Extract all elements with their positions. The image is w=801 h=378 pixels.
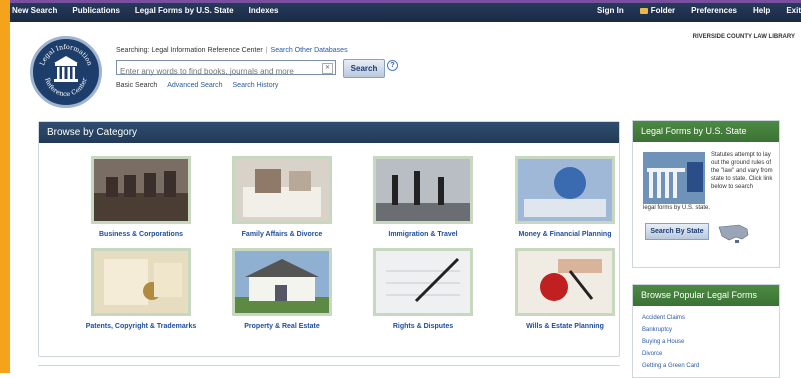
help-icon[interactable]: ? [387,60,398,71]
search-button[interactable]: Search [343,59,385,78]
popular-link-divorce[interactable]: Divorce [642,348,770,360]
nav-new-search[interactable]: New Search [12,6,57,15]
nav-publications[interactable]: Publications [72,6,120,15]
popular-link-green-card[interactable]: Getting a Green Card [642,360,770,372]
patents-image [91,248,191,316]
category-rights[interactable]: Rights & Disputes [363,248,483,330]
top-navigation-bar: New Search Publications Legal Forms by U… [0,0,801,22]
category-property[interactable]: Property & Real Estate [222,248,342,330]
category-label: Immigration & Travel [388,231,458,238]
wills-image [515,248,615,316]
popular-link-buying-house[interactable]: Buying a House [642,336,770,348]
nav-sign-in[interactable]: Sign In [597,6,624,15]
legal-forms-description-end: legal forms by U.S. state. [643,205,711,211]
search-other-databases-link[interactable]: Search Other Databases [271,47,348,54]
category-label: Money & Financial Planning [518,231,612,238]
legal-forms-title: Legal Forms by U.S. State [633,121,779,142]
business-image [91,156,191,224]
legal-forms-description: Statutes attempt to lay out the ground r… [711,152,773,190]
library-name: RIVERSIDE COUNTY LAW LIBRARY [692,34,795,40]
popular-link-bankruptcy[interactable]: Bankruptcy [642,324,770,336]
nav-exit[interactable]: Exit [786,6,801,15]
category-label: Wills & Estate Planning [526,323,604,330]
category-patents[interactable]: Patents, Copyright & Trademarks [81,248,201,330]
browse-by-category-panel: Browse by Category Business & Corporatio… [38,121,620,357]
nav-preferences[interactable]: Preferences [691,6,737,15]
browse-panel-title: Browse by Category [39,122,619,143]
nav-indexes[interactable]: Indexes [249,6,279,15]
category-label: Rights & Disputes [392,323,454,330]
site-logo[interactable]: Legal Information Reference Center [30,36,102,108]
searching-line: Searching: Legal Information Reference C… [116,47,348,54]
search-history-link[interactable]: Search History [233,82,279,89]
basic-search-link[interactable]: Basic Search [116,82,157,89]
property-image [232,248,332,316]
us-map-icon[interactable] [717,221,751,245]
category-business[interactable]: Business & Corporations [81,156,201,238]
clear-search-icon[interactable]: ✕ [322,63,333,74]
immigration-image [373,156,473,224]
legal-forms-panel: Legal Forms by U.S. State Statutes attem… [632,120,780,268]
search-field[interactable]: ✕ [116,60,336,78]
bottom-divider [38,365,620,366]
nav-folder[interactable]: Folder [639,6,676,15]
popular-forms-title: Browse Popular Legal Forms [633,285,779,306]
popular-link-accident-claims[interactable]: Accident Claims [642,312,770,324]
logo-building-icon: Legal Information Reference Center [38,43,94,98]
popular-forms-panel: Browse Popular Legal Forms Accident Clai… [632,284,780,378]
advanced-search-link[interactable]: Advanced Search [167,82,222,89]
category-wills[interactable]: Wills & Estate Planning [505,248,625,330]
family-image [232,156,332,224]
category-label: Property & Real Estate [244,323,320,330]
searching-label: Searching: Legal Information Reference C… [116,47,263,54]
search-by-state-button[interactable]: Search By State [645,223,709,240]
left-accent-bar [0,0,10,373]
nav-legal-forms[interactable]: Legal Forms by U.S. State [135,6,234,15]
search-input[interactable] [117,65,323,78]
courthouse-image [643,152,705,204]
category-family[interactable]: Family Affairs & Divorce [222,156,342,238]
category-money[interactable]: Money & Financial Planning [505,156,625,238]
category-label: Business & Corporations [98,231,183,238]
search-mode-links: Basic Search Advanced Search Search Hist… [116,82,278,89]
rights-image [373,248,473,316]
category-label: Family Affairs & Divorce [241,231,323,238]
category-label: Patents, Copyright & Trademarks [85,323,197,330]
folder-icon [639,7,648,14]
nav-folder-label: Folder [650,6,676,15]
money-image [515,156,615,224]
category-immigration[interactable]: Immigration & Travel [363,156,483,238]
nav-help[interactable]: Help [753,6,770,15]
